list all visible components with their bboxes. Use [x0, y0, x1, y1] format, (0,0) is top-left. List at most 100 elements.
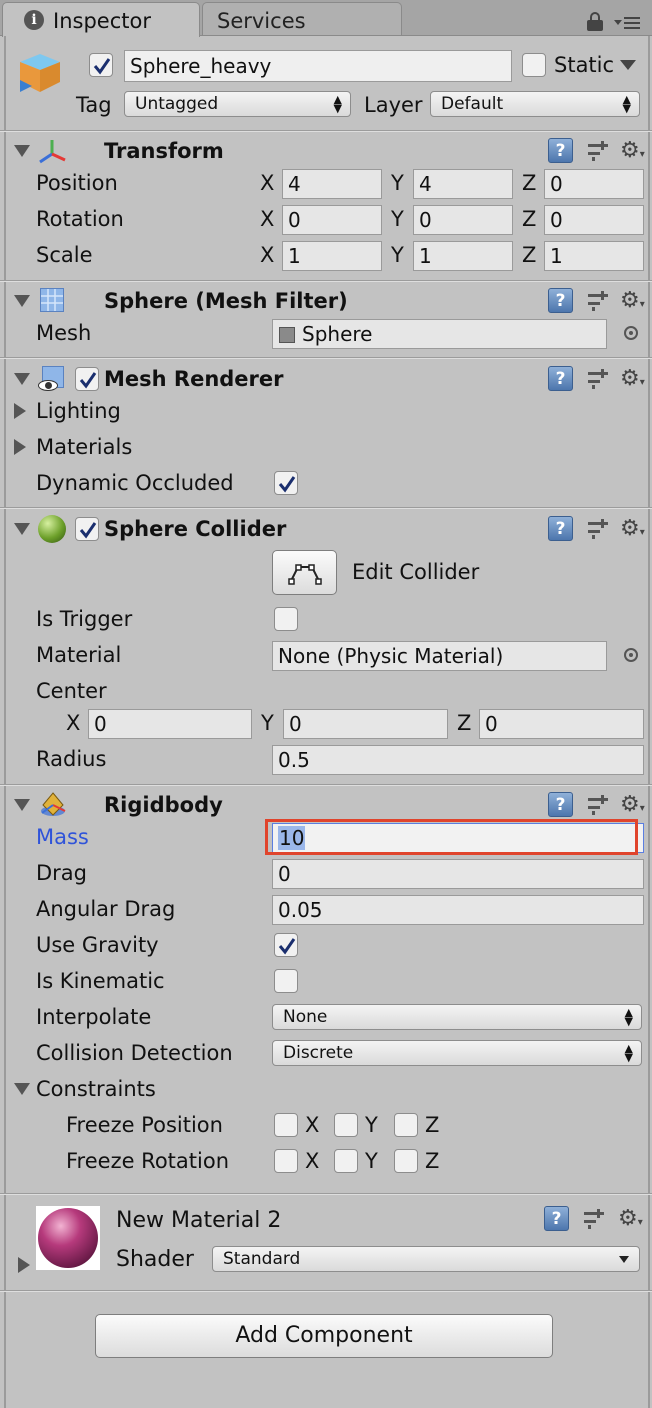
drag-input[interactable]: 0	[272, 859, 644, 889]
interpolate-dropdown[interactable]: None ▲ ▼	[272, 1004, 642, 1030]
freeze-position-x-checkbox[interactable]	[274, 1113, 298, 1137]
angular-drag-input[interactable]: 0.05	[272, 895, 644, 925]
freeze-rotation-z-checkbox[interactable]	[394, 1149, 418, 1173]
preset-icon[interactable]	[586, 793, 610, 817]
mesh-renderer-enabled-checkbox[interactable]	[75, 367, 99, 391]
constraints-foldout-icon[interactable]	[14, 1083, 30, 1095]
gameobject-active-checkbox[interactable]	[89, 53, 113, 77]
gear-icon[interactable]: ⚙▾	[620, 288, 650, 314]
transform-title: Transform	[104, 139, 224, 163]
rotation-z-input[interactable]: 0	[544, 205, 644, 235]
sphere-collider-enabled-checkbox[interactable]	[75, 517, 99, 541]
add-component-button[interactable]: Add Component	[95, 1314, 553, 1358]
mesh-value: Sphere	[302, 322, 373, 346]
shader-dropdown[interactable]: Standard	[212, 1246, 640, 1272]
materials-foldout-icon[interactable]	[14, 439, 26, 455]
center-z-axis: Z	[457, 711, 472, 735]
scale-z-value: 1	[550, 244, 563, 268]
tag-dropdown[interactable]: Untagged ▲ ▼	[124, 91, 351, 117]
freeze-rotation-y-checkbox[interactable]	[334, 1149, 358, 1173]
tab-services[interactable]: Services	[202, 2, 402, 35]
foldout-arrow-icon[interactable]	[14, 373, 30, 385]
lock-icon[interactable]	[587, 12, 603, 32]
freeze-rotation-x-checkbox[interactable]	[274, 1149, 298, 1173]
help-book-icon[interactable]: ?	[544, 1206, 569, 1231]
foldout-arrow-icon[interactable]	[14, 799, 30, 811]
dynamic-occluded-checkbox[interactable]	[274, 471, 298, 495]
gear-icon[interactable]: ⚙▾	[618, 1206, 648, 1232]
transform-axes-icon	[38, 138, 66, 164]
tab-inspector-label: Inspector	[53, 9, 151, 33]
component-header-icons: ? ⚙▾	[548, 364, 648, 394]
scale-x-input[interactable]: 1	[282, 241, 382, 271]
tab-inspector[interactable]: i Inspector	[2, 2, 200, 37]
separator	[0, 1290, 652, 1292]
preset-icon[interactable]	[582, 1207, 606, 1231]
scale-z-input[interactable]: 1	[544, 241, 644, 271]
constraints-foldout[interactable]: Constraints	[36, 1079, 156, 1100]
mesh-object-field[interactable]: Sphere	[272, 319, 607, 349]
object-picker-icon[interactable]	[624, 648, 638, 662]
rotation-y-input[interactable]: 0	[413, 205, 513, 235]
scale-y-axis: Y	[391, 243, 404, 267]
gameobject-name-input[interactable]: Sphere_heavy	[124, 50, 512, 82]
help-book-icon[interactable]: ?	[548, 138, 573, 163]
center-x-input[interactable]: 0	[88, 709, 252, 739]
preset-icon[interactable]	[586, 289, 610, 313]
object-picker-icon[interactable]	[624, 326, 638, 340]
material-preview	[36, 1206, 100, 1270]
is-trigger-checkbox[interactable]	[274, 607, 298, 631]
add-component-label: Add Component	[235, 1323, 413, 1348]
rotation-x-input[interactable]: 0	[282, 205, 382, 235]
shader-value: Standard	[223, 1249, 301, 1269]
separator	[0, 784, 652, 786]
scale-z-axis: Z	[522, 243, 537, 267]
foldout-arrow-icon[interactable]	[14, 295, 30, 307]
position-z-input[interactable]: 0	[544, 169, 644, 199]
scale-y-value: 1	[419, 244, 432, 268]
foldout-arrow-icon[interactable]	[14, 523, 30, 535]
position-x-input[interactable]: 4	[282, 169, 382, 199]
help-book-icon[interactable]: ?	[548, 288, 573, 313]
material-header-icons: ? ⚙▾	[544, 1204, 648, 1234]
material-foldout-icon[interactable]	[18, 1257, 30, 1273]
lighting-foldout[interactable]: Lighting	[36, 401, 121, 422]
scale-label: Scale	[36, 243, 93, 267]
foldout-arrow-icon[interactable]	[14, 145, 30, 157]
freeze-position-z-checkbox[interactable]	[394, 1113, 418, 1137]
collider-material-field[interactable]: None (Physic Material)	[272, 641, 607, 671]
dropdown-arrows-icon: ▲ ▼	[622, 93, 631, 115]
position-y-axis: Y	[391, 171, 404, 195]
materials-foldout[interactable]: Materials	[36, 437, 132, 458]
freeze-rotation-y-label: Y	[365, 1149, 378, 1173]
gear-icon[interactable]: ⚙▾	[620, 792, 650, 818]
gear-icon[interactable]: ⚙▾	[620, 366, 650, 392]
static-label: Static	[554, 53, 615, 77]
menu-icon[interactable]	[614, 16, 640, 32]
help-book-icon[interactable]: ?	[548, 516, 573, 541]
use-gravity-checkbox[interactable]	[274, 933, 298, 957]
help-book-icon[interactable]: ?	[548, 792, 573, 817]
freeze-position-y-checkbox[interactable]	[334, 1113, 358, 1137]
position-y-value: 4	[419, 172, 432, 196]
scale-y-input[interactable]: 1	[413, 241, 513, 271]
preset-icon[interactable]	[586, 139, 610, 163]
gear-icon[interactable]: ⚙▾	[620, 516, 650, 542]
position-x-axis: X	[260, 171, 275, 195]
gear-icon[interactable]: ⚙▾	[620, 138, 650, 164]
radius-input[interactable]: 0.5	[272, 745, 644, 775]
is-kinematic-checkbox[interactable]	[274, 969, 298, 993]
position-y-input[interactable]: 4	[413, 169, 513, 199]
center-z-input[interactable]: 0	[479, 709, 644, 739]
help-book-icon[interactable]: ?	[548, 366, 573, 391]
lighting-foldout-icon[interactable]	[14, 403, 26, 419]
edit-collider-button[interactable]	[272, 550, 337, 595]
center-y-input[interactable]: 0	[283, 709, 448, 739]
collision-detection-dropdown[interactable]: Discrete ▲ ▼	[272, 1040, 642, 1066]
static-dropdown-arrow-icon[interactable]	[620, 60, 636, 70]
static-checkbox[interactable]	[522, 53, 546, 77]
material-sphere-icon	[38, 1208, 98, 1268]
layer-dropdown[interactable]: Default ▲ ▼	[430, 91, 640, 117]
preset-icon[interactable]	[586, 367, 610, 391]
preset-icon[interactable]	[586, 517, 610, 541]
